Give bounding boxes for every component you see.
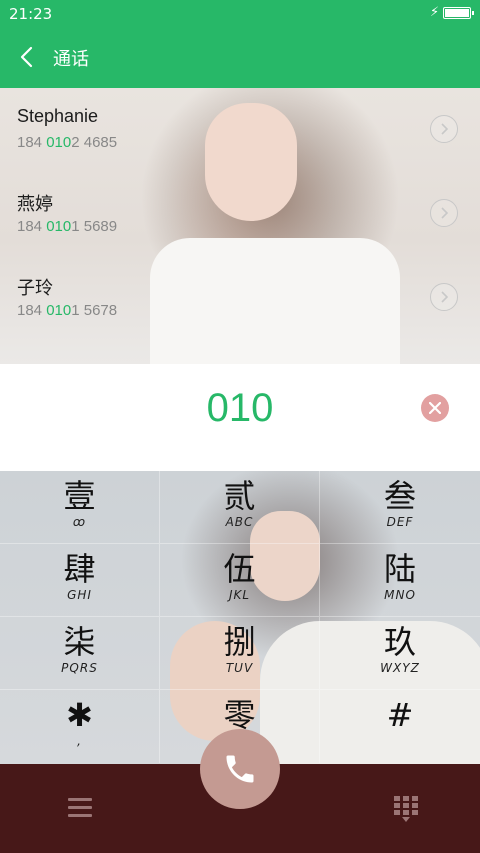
dial-input-display: 010 [0, 364, 480, 471]
status-time: 21:23 [9, 5, 53, 23]
number-prefix: 184 [17, 134, 47, 151]
key-7[interactable]: 柒 PQRS [0, 617, 160, 690]
phone-icon [226, 755, 254, 783]
title-bar: 通话 [0, 28, 480, 88]
contact-number: 184 0101 5678 [17, 302, 117, 319]
contact-list: Stephanie 184 0102 4685 燕婷 184 0101 5689… [0, 88, 480, 364]
key-3[interactable]: 叁 DEF [320, 471, 480, 544]
key-letters: DEF [386, 515, 414, 529]
number-suffix: 2 4685 [71, 134, 118, 151]
key-digit: 贰 [223, 477, 256, 515]
key-2[interactable]: 贰 ABC [160, 471, 320, 544]
key-letters: GHI [67, 588, 92, 602]
key-digit: 柒 [63, 623, 96, 661]
number-prefix: 184 [17, 218, 47, 235]
key-letters: TUV [225, 661, 254, 675]
chevron-right-icon [441, 123, 449, 135]
key-digit: 叁 [383, 477, 416, 515]
key-4[interactable]: 肆 GHI [0, 544, 160, 617]
key-letters: JKL [228, 588, 251, 602]
key-letters: ABC [225, 515, 254, 529]
key-digit: ✱ [66, 696, 93, 734]
dial-keypad: 壹 ꝏ 贰 ABC 叁 DEF 肆 GHI 伍 JKL 陆 MNO 柒 PQRS… [0, 471, 480, 764]
key-9[interactable]: 玖 WXYZ [320, 617, 480, 690]
contact-detail-button[interactable] [430, 199, 458, 227]
number-prefix: 184 [17, 302, 47, 319]
key-digit: 玖 [383, 623, 416, 661]
key-6[interactable]: 陆 MNO [320, 544, 480, 617]
number-match-highlight: 010 [46, 134, 72, 151]
key-star[interactable]: ✱ , [0, 690, 160, 763]
chevron-right-icon [441, 207, 449, 219]
key-digit: 壹 [63, 477, 96, 515]
menu-icon[interactable] [68, 798, 92, 818]
key-hash[interactable]: # [320, 690, 480, 763]
contact-row[interactable]: 燕婷 184 0101 5689 [0, 172, 480, 256]
bolt-icon: ⚡ [430, 5, 440, 20]
call-button[interactable] [200, 729, 280, 809]
contact-name: 子玲 [17, 278, 53, 298]
contact-name: 燕婷 [17, 194, 53, 214]
number-suffix: 1 5689 [71, 218, 118, 235]
key-letters: WXYZ [380, 661, 420, 675]
key-8[interactable]: 捌 TUV [160, 617, 320, 690]
key-digit: 捌 [223, 623, 256, 661]
contact-number: 184 0102 4685 [17, 134, 117, 151]
contact-name: Stephanie [17, 106, 99, 126]
dialed-number: 010 [206, 386, 274, 430]
voicemail-icon: ꝏ [72, 515, 87, 529]
key-letters: PQRS [61, 661, 98, 675]
key-digit: # [386, 696, 414, 734]
contact-detail-button[interactable] [430, 115, 458, 143]
number-match-highlight: 010 [46, 302, 72, 319]
contact-detail-button[interactable] [430, 283, 458, 311]
key-letters: MNO [384, 588, 416, 602]
contact-row[interactable]: 子玲 184 0101 5678 [0, 256, 480, 340]
battery-icon [443, 7, 474, 19]
app-header: 21:23 ⚡ 通话 [0, 0, 480, 88]
number-suffix: 1 5678 [71, 302, 118, 319]
page-title: 通话 [53, 49, 89, 70]
key-digit: 伍 [223, 550, 256, 588]
chevron-right-icon [441, 291, 449, 303]
dialpad-icon[interactable] [394, 796, 418, 822]
contact-number: 184 0101 5689 [17, 218, 117, 235]
chevron-left-icon[interactable] [18, 44, 38, 70]
key-5[interactable]: 伍 JKL [160, 544, 320, 617]
close-icon[interactable] [421, 394, 449, 422]
key-digit: 陆 [383, 550, 416, 588]
key-digit: 肆 [63, 550, 96, 588]
contact-row[interactable]: Stephanie 184 0102 4685 [0, 88, 480, 172]
key-letters: , [77, 734, 82, 748]
key-1[interactable]: 壹 ꝏ [0, 471, 160, 544]
number-match-highlight: 010 [46, 218, 72, 235]
status-bar: 21:23 ⚡ [0, 0, 480, 28]
